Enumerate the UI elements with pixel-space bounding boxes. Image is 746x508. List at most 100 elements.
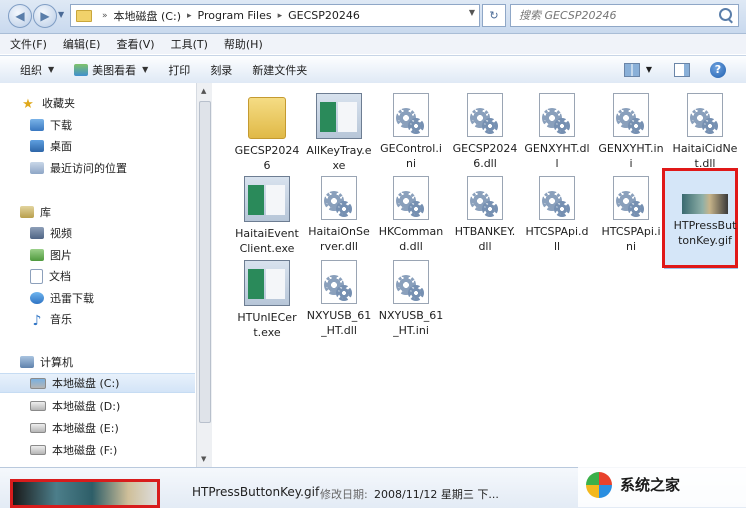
burn-button[interactable]: 刻录 — [210, 62, 232, 78]
nav-favorites[interactable]: ★ 收藏夹 — [20, 93, 75, 113]
chevron-down-icon[interactable]: ▼ — [469, 8, 475, 17]
file-item[interactable]: HTBANKEY.dll — [452, 176, 518, 254]
chevron-right-icon[interactable]: » — [102, 11, 108, 21]
file-name: NXYUSB_61_HT.ini — [378, 309, 444, 337]
nav-drive-f[interactable]: 本地磁盘 (F:) — [30, 440, 117, 460]
nav-label: 最近访问的位置 — [50, 162, 127, 175]
nav-computer[interactable]: 计算机 — [20, 352, 73, 372]
recent-pages-dropdown[interactable]: ▼ — [58, 10, 64, 19]
chevron-down-icon: ▼ — [142, 65, 149, 74]
nav-recent-places[interactable]: 最近访问的位置 — [30, 158, 127, 178]
nav-desktop[interactable]: 桌面 — [30, 136, 72, 156]
search-box[interactable] — [510, 4, 739, 27]
new-folder-button[interactable]: 新建文件夹 — [252, 62, 307, 78]
nav-drive-d[interactable]: 本地磁盘 (D:) — [30, 396, 120, 416]
file-name: NXYUSB_61_HT.dll — [306, 309, 372, 337]
file-item[interactable]: NXYUSB_61_HT.dll — [306, 260, 372, 338]
scroll-up-icon[interactable]: ▲ — [201, 87, 206, 95]
nav-videos[interactable]: 视频 — [30, 223, 72, 243]
file-item[interactable]: HTPressButtonKey.gif — [672, 176, 738, 248]
file-item[interactable]: GEControl.ini — [378, 93, 444, 171]
details-modified-value: 2008/11/12 星期三 下... — [374, 488, 499, 501]
file-name: GENXYHT.ini — [598, 142, 664, 170]
file-item[interactable]: AllKeyTray.exe — [306, 93, 372, 173]
nav-documents[interactable]: 文档 — [30, 266, 71, 286]
file-item[interactable]: GECSP20246.dll — [452, 93, 518, 171]
ini-file-icon — [613, 93, 649, 137]
drive-icon — [30, 423, 46, 433]
address-bar: ◀ ▶ ▼ » 本地磁盘 (C:) ▸ Program Files ▸ GECS… — [0, 0, 746, 34]
scrollbar-thumb[interactable] — [199, 101, 211, 423]
nav-drive-e[interactable]: 本地磁盘 (E:) — [30, 418, 119, 438]
details-modified-label: 修改日期: — [320, 488, 368, 501]
nav-pictures[interactable]: 图片 — [30, 245, 72, 265]
file-item[interactable]: HKCommand.dll — [378, 176, 444, 254]
crumb-current-folder[interactable]: GECSP20246 — [288, 9, 360, 22]
view-picture-button[interactable]: 美图看看 ▼ — [74, 62, 148, 78]
file-item[interactable]: HTCSPApi.dll — [524, 176, 590, 254]
application-icon — [316, 93, 362, 139]
menu-view[interactable]: 查看(V) — [116, 36, 154, 52]
file-item[interactable]: GENXYHT.ini — [598, 93, 664, 171]
dll-file-icon — [539, 93, 575, 137]
navigation-scrollbar[interactable]: ▲ ▼ — [196, 83, 212, 467]
file-list: GECSP20246 AllKeyTray.exe GEControl.ini GEC… — [212, 83, 746, 467]
file-item[interactable]: HaitaiEventClient.exe — [234, 176, 300, 256]
breadcrumb[interactable]: » 本地磁盘 (C:) ▸ Program Files ▸ GECSP20246… — [70, 4, 480, 27]
dll-file-icon — [467, 93, 503, 137]
file-item[interactable]: GECSP20246 — [234, 93, 300, 173]
nav-downloads[interactable]: 下载 — [30, 115, 72, 135]
watermark-text: 系统之家 — [620, 476, 681, 494]
nav-label: 迅雷下载 — [50, 292, 94, 305]
organize-button[interactable]: 组织 ▼ — [20, 62, 54, 78]
file-item[interactable]: NXYUSB_61_HT.ini — [378, 260, 444, 338]
chevron-down-icon[interactable]: ▼ — [646, 65, 652, 74]
chevron-down-icon: ▼ — [48, 65, 55, 74]
back-button[interactable]: ◀ — [8, 4, 32, 28]
folder-icon — [248, 97, 286, 139]
file-name: HTCSPApi.ini — [601, 225, 661, 253]
file-name: HTCSPApi.dll — [525, 225, 589, 253]
file-name: HTPressButtonKey.gif — [673, 219, 737, 247]
menu-tools[interactable]: 工具(T) — [171, 36, 208, 52]
gear-icon — [408, 118, 424, 134]
file-item[interactable]: GENXYHT.dll — [524, 93, 590, 171]
preview-pane-icon[interactable] — [674, 62, 690, 77]
menu-help[interactable]: 帮助(H) — [224, 36, 263, 52]
search-input[interactable] — [517, 5, 721, 26]
nav-libraries[interactable]: 库 — [20, 202, 51, 222]
dll-file-icon — [393, 176, 429, 220]
library-icon — [20, 206, 34, 218]
file-item[interactable]: HTUnIECert.exe — [234, 260, 300, 340]
dll-file-icon — [539, 176, 575, 220]
picture-viewer-icon — [74, 63, 89, 76]
navigation-pane: ★ 收藏夹 下载 桌面 最近访问的位置 库 视频 图片 文档 迅雷下载 ♪ 音乐 计… — [0, 83, 196, 467]
crumb-program-files[interactable]: Program Files — [198, 9, 272, 22]
nav-drive-c[interactable]: 本地磁盘 (C:) — [0, 373, 195, 393]
file-item[interactable]: HTCSPApi.ini — [598, 176, 664, 254]
forward-button[interactable]: ▶ — [33, 4, 57, 28]
help-icon[interactable]: ? — [710, 61, 726, 78]
application-icon — [244, 176, 290, 222]
chevron-right-icon[interactable]: ▸ — [187, 11, 192, 21]
chevron-right-icon[interactable]: ▸ — [278, 11, 283, 21]
image-thumbnail-icon — [682, 194, 728, 214]
search-icon[interactable] — [719, 8, 732, 21]
crumb-drive-c[interactable]: 本地磁盘 (C:) — [114, 8, 181, 24]
change-view-icon[interactable] — [623, 62, 640, 77]
print-button[interactable]: 打印 — [168, 62, 190, 78]
file-item[interactable]: HaitaiOnServer.dll — [306, 176, 372, 254]
file-item[interactable]: HaitaiCidNet.dll — [672, 93, 738, 171]
document-icon — [30, 268, 43, 284]
gear-icon — [482, 118, 498, 134]
menu-edit[interactable]: 编辑(E) — [63, 36, 101, 52]
desktop-icon — [30, 140, 44, 152]
file-thumbnail — [10, 479, 160, 508]
nav-music[interactable]: ♪ 音乐 — [30, 309, 72, 329]
nav-label: 本地磁盘 (D:) — [52, 400, 121, 413]
menu-file[interactable]: 文件(F) — [10, 36, 47, 52]
scroll-down-icon[interactable]: ▼ — [201, 455, 206, 463]
nav-xunlei-downloads[interactable]: 迅雷下载 — [30, 288, 94, 308]
refresh-button[interactable]: ↻ — [482, 4, 506, 27]
nav-label: 库 — [40, 206, 51, 219]
